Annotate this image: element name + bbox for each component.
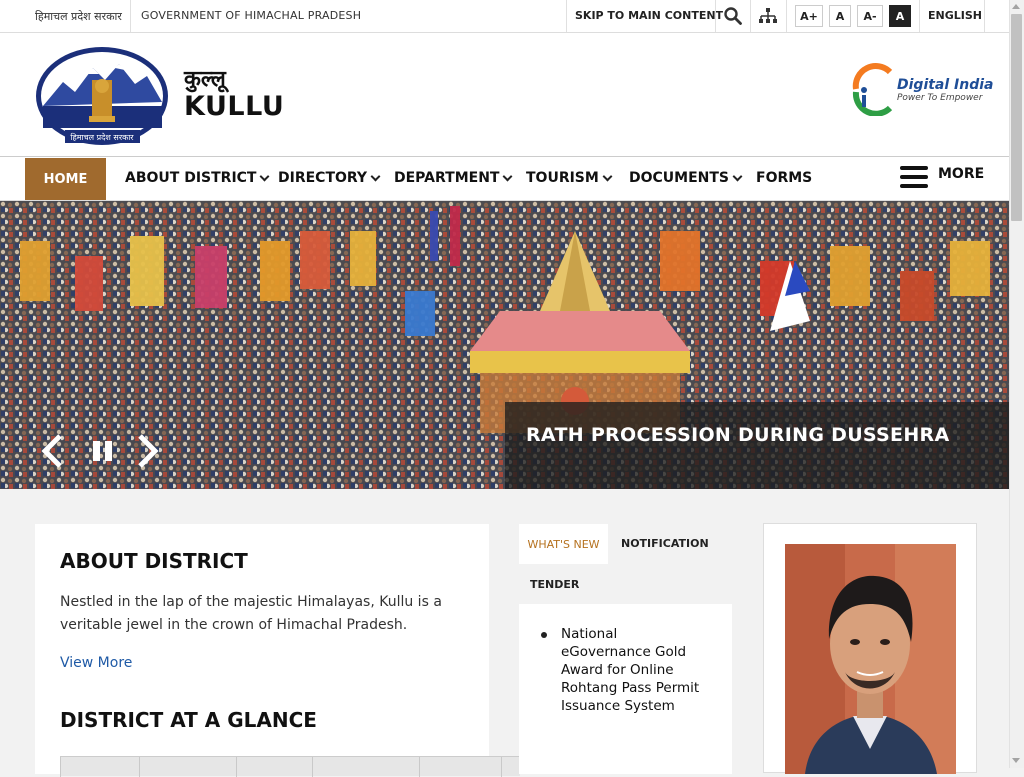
nav-label: DEPARTMENT <box>394 170 500 186</box>
digital-india-tagline: Power To Empower <box>897 93 983 103</box>
district-at-a-glance-heading: DISTRICT AT A GLANCE <box>60 708 317 732</box>
scroll-down-icon[interactable] <box>1012 758 1020 763</box>
nav-directory[interactable]: DIRECTORY <box>278 170 381 186</box>
nav-label: FORMS <box>756 170 813 186</box>
nav-tourism[interactable]: TOURISM <box>526 170 613 186</box>
site-title-hindi: कुल्लू <box>184 67 226 92</box>
scroll-up-icon[interactable] <box>1012 4 1020 9</box>
about-district-card: ABOUT DISTRICT Nestled in the lap of the… <box>35 524 520 777</box>
divider <box>130 0 131 32</box>
news-panel: National eGovernance Gold Award for Onli… <box>519 604 732 774</box>
chevron-down-icon <box>732 171 743 181</box>
person-portrait <box>785 544 956 774</box>
slider-next-button[interactable] <box>132 433 162 469</box>
high-contrast-button[interactable]: A <box>889 5 911 27</box>
tab-tender[interactable]: TENDER <box>530 578 579 591</box>
font-normal-button[interactable]: A <box>829 5 851 27</box>
divider <box>786 0 787 32</box>
state-name-hindi: हिमाचल प्रदेश सरकार <box>35 10 122 23</box>
sitemap-button[interactable] <box>751 0 785 32</box>
deputy-commissioner-card <box>763 523 977 774</box>
slide-caption-panel: RATH PROCESSION DURING DUSSEHRA <box>505 402 1009 489</box>
more-label: MORE <box>938 166 985 182</box>
chevron-down-icon <box>370 171 381 181</box>
about-heading: ABOUT DISTRICT <box>60 549 248 573</box>
tab-whats-new[interactable]: WHAT'S NEW <box>519 524 608 564</box>
language-selector[interactable]: ENGLISH <box>928 9 982 22</box>
table-divider <box>139 757 140 777</box>
himachal-emblem-logo[interactable]: हिमाचल प्रदेश सरकार <box>35 46 170 146</box>
digital-india-title: Digital India <box>897 77 994 93</box>
pause-icon <box>93 441 112 461</box>
nav-label: ABOUT DISTRICT <box>125 170 257 186</box>
more-menu-button[interactable]: MORE <box>900 166 984 188</box>
chevron-down-icon <box>260 171 270 181</box>
list-item[interactable]: National eGovernance Gold Award for Onli… <box>541 625 711 715</box>
chevron-down-icon <box>503 171 513 181</box>
sitemap-icon <box>759 8 777 23</box>
site-header: हिमाचल प्रदेश सरकार कुल्लू KULLU Digital… <box>0 33 1009 157</box>
table-divider <box>312 757 313 777</box>
emblem-caption: हिमाचल प्रदेश सरकार <box>70 132 134 142</box>
slider-prev-button[interactable] <box>38 433 68 469</box>
chevron-right-icon <box>138 434 159 468</box>
about-text: Nestled in the lap of the majestic Himal… <box>60 594 442 633</box>
nav-label: DIRECTORY <box>278 170 368 186</box>
glance-table-header <box>60 756 520 777</box>
digital-india-icon <box>852 63 893 117</box>
divider <box>919 0 920 32</box>
nav-forms[interactable]: FORMS <box>756 170 812 186</box>
table-divider <box>419 757 420 777</box>
official-photo <box>785 544 956 774</box>
emblem-icon: हिमाचल प्रदेश सरकार <box>36 47 168 145</box>
nav-label: TOURISM <box>526 170 599 186</box>
divider <box>984 0 985 32</box>
divider <box>566 0 567 32</box>
slider-pause-button[interactable] <box>88 433 118 469</box>
nav-label: DOCUMENTS <box>629 170 730 186</box>
font-decrease-button[interactable]: A- <box>857 5 883 27</box>
top-bar: हिमाचल प्रदेश सरकार GOVERNMENT OF HIMACH… <box>0 0 1009 33</box>
table-divider <box>501 757 502 777</box>
table-divider <box>236 757 237 777</box>
nav-home[interactable]: HOME <box>25 158 106 200</box>
nav-about-district[interactable]: ABOUT DISTRICT <box>125 170 270 186</box>
tab-notification[interactable]: NOTIFICATION <box>621 537 709 550</box>
slide-caption: RATH PROCESSION DURING DUSSEHRA <box>526 424 950 446</box>
search-icon <box>724 7 742 25</box>
chevron-down-icon <box>602 171 613 181</box>
font-increase-button[interactable]: A+ <box>795 5 823 27</box>
search-button[interactable] <box>716 0 750 32</box>
nav-department[interactable]: DEPARTMENT <box>394 170 513 186</box>
main-navigation: HOME ABOUT DISTRICT DIRECTORY DEPARTMENT… <box>0 157 1009 201</box>
chevron-left-icon <box>41 434 62 468</box>
nav-documents[interactable]: DOCUMENTS <box>629 170 743 186</box>
hamburger-icon <box>900 166 928 188</box>
site-title: KULLU <box>184 91 285 122</box>
scrollbar-thumb[interactable] <box>1011 14 1022 221</box>
table-divider <box>60 757 61 777</box>
skip-to-main-content-link[interactable]: SKIP TO MAIN CONTENT <box>575 9 723 22</box>
government-label: GOVERNMENT OF HIMACHAL PRADESH <box>141 9 362 22</box>
view-more-link[interactable]: View More <box>60 655 132 671</box>
